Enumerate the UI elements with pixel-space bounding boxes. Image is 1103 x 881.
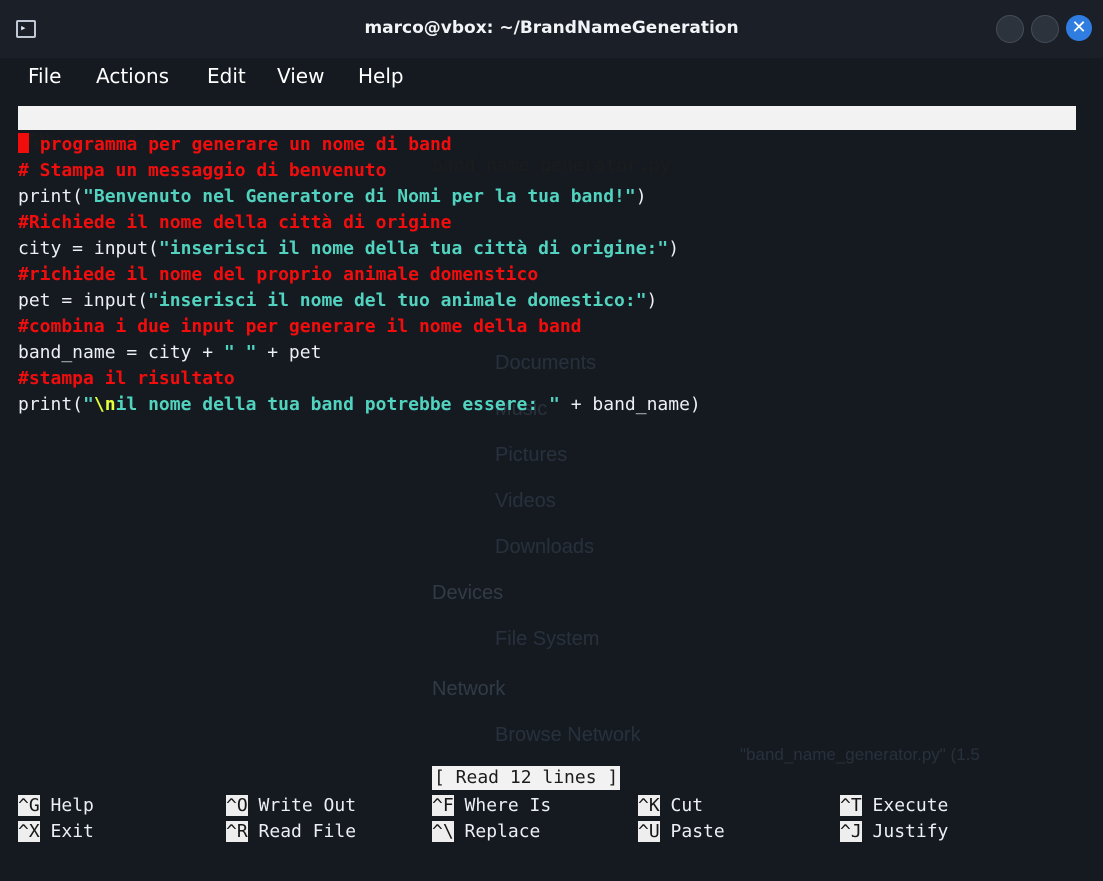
code-line: band_name = city + " " + pet <box>18 340 321 366</box>
code-line: #stampa il risultato <box>18 366 235 392</box>
maximize-button[interactable] <box>1031 15 1059 43</box>
window-title: marco@vbox: ~/BrandNameGeneration <box>364 18 739 38</box>
code-token: ) <box>635 186 647 207</box>
code-token: "inserisci il nome del tuo animale domes… <box>148 290 647 311</box>
menu-actions[interactable]: Actions <box>96 64 169 88</box>
title-bar: ▸ marco@vbox: ~/BrandNameGeneration ✕ <box>0 0 1103 58</box>
code-token: print( <box>18 394 84 415</box>
shortcut-label: Exit <box>39 821 94 842</box>
shortcut-label: Cut <box>659 795 704 816</box>
code-token: print( <box>18 186 84 207</box>
code-token: ) <box>668 238 680 259</box>
shortcut-execute[interactable]: ^T Execute <box>840 793 948 819</box>
code-token: + band_name) <box>559 394 701 415</box>
code-token: band_name = city + <box>18 342 224 363</box>
menu-file[interactable]: File <box>28 64 61 88</box>
shortcut-label: Where Is <box>453 795 552 816</box>
code-line: #Richiede il nome della città di origine <box>18 210 451 236</box>
shortcut-label: Execute <box>861 795 949 816</box>
code-token: "inserisci il nome della tua città di or… <box>158 238 669 259</box>
shortcut-label: Help <box>39 795 94 816</box>
code-token: il nome della tua band potrebbe essere: … <box>115 394 560 415</box>
code-token: #richiede il nome del proprio animale do… <box>18 264 539 285</box>
code-line: #combina i due input per generare il nom… <box>18 314 582 340</box>
menu-view[interactable]: View <box>277 64 324 88</box>
shortcut-label: Write Out <box>247 795 357 816</box>
code-token: programma per generare un nome di band <box>39 134 452 155</box>
shortcut-label: Replace <box>453 821 541 842</box>
shortcut-label: Read File <box>247 821 357 842</box>
shortcut-label: Justify <box>861 821 949 842</box>
shortcut-replace[interactable]: ^\ Replace <box>432 819 540 845</box>
shortcut-label: Paste <box>659 821 725 842</box>
code-line: print("Benvenuto nel Generatore di Nomi … <box>18 184 647 210</box>
close-button[interactable]: ✕ <box>1066 15 1092 41</box>
code-line: programma per generare un nome di band <box>18 132 452 158</box>
code-token: + pet <box>256 342 322 363</box>
shortcut-key: ^R <box>226 821 248 842</box>
shortcut-help[interactable]: ^G Help <box>18 793 94 819</box>
code-token: pet = input( <box>18 290 149 311</box>
shortcut-cut[interactable]: ^K Cut <box>638 793 703 819</box>
shortcut-key: ^\ <box>432 821 454 842</box>
shortcut-key: ^X <box>18 821 40 842</box>
code-token: #combina i due input per generare il nom… <box>18 316 582 337</box>
code-token: " " <box>223 342 257 363</box>
code-line: #richiede il nome del proprio animale do… <box>18 262 538 288</box>
terminal-window: Places marco BrandName Documents Music P… <box>0 0 1103 881</box>
minimize-button[interactable] <box>996 15 1024 43</box>
menu-help[interactable]: Help <box>358 64 404 88</box>
code-token: #Richiede il nome della città di origine <box>18 212 452 233</box>
shortcut-exit[interactable]: ^X Exit <box>18 819 94 845</box>
code-line: # Stampa un messaggio di benvenuto <box>18 158 386 184</box>
code-token: city = input( <box>18 238 159 259</box>
code-line: city = input("inserisci il nome della tu… <box>18 236 679 262</box>
shortcut-justify[interactable]: ^J Justify <box>840 819 948 845</box>
nano-filename: band_name_generator.py <box>432 155 671 176</box>
nano-header: GNU nano 8.1 band_name_generator.py <box>18 106 1076 176</box>
shortcut-key: ^U <box>638 821 660 842</box>
shortcut-key: ^K <box>638 795 660 816</box>
code-line: pet = input("inserisci il nome del tuo a… <box>18 288 657 314</box>
shortcut-key: ^F <box>432 795 454 816</box>
shortcut-key: ^O <box>226 795 248 816</box>
shortcut-paste[interactable]: ^U Paste <box>638 819 725 845</box>
code-token: #stampa il risultato <box>18 368 235 389</box>
code-token: ) <box>646 290 658 311</box>
shortcut-key: ^J <box>840 821 862 842</box>
nano-status: [ Read 12 lines ] <box>432 766 621 790</box>
shortcut-key: ^T <box>840 795 862 816</box>
shortcut-read-file[interactable]: ^R Read File <box>226 819 356 845</box>
text-cursor <box>18 133 29 153</box>
terminal-area[interactable]: GNU nano 8.1 band_name_generator.py prog… <box>0 100 1103 881</box>
shortcut-where-is[interactable]: ^F Where Is <box>432 793 551 819</box>
code-token: \n <box>93 394 116 415</box>
menu-edit[interactable]: Edit <box>207 64 246 88</box>
shortcut-write-out[interactable]: ^O Write Out <box>226 793 356 819</box>
code-token: " <box>83 394 94 415</box>
scrollbar[interactable] <box>1089 100 1099 881</box>
code-line: print("\nil nome della tua band potrebbe… <box>18 392 701 418</box>
menu-bar: File Actions Edit View Help <box>0 58 1103 100</box>
code-token: "Benvenuto nel Generatore di Nomi per la… <box>83 186 636 207</box>
shortcut-key: ^G <box>18 795 40 816</box>
code-token: # Stampa un messaggio di benvenuto <box>18 160 387 181</box>
